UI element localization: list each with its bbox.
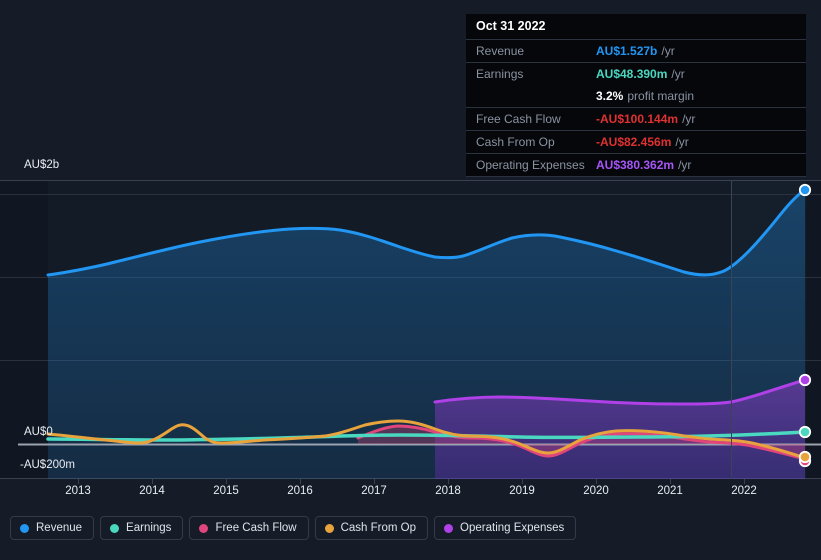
legend-dot-free-cash-flow — [199, 523, 209, 533]
tooltip-unit-free-cash-flow: /yr — [682, 112, 696, 126]
tooltip-row-earnings: Earnings AU$48.390m /yr — [466, 62, 806, 85]
tooltip-unit-earnings: /yr — [671, 67, 685, 81]
x-tick-2021: 2021 — [657, 485, 683, 497]
tooltip-value-earnings: AU$48.390m — [596, 67, 668, 81]
tooltip-value-free-cash-flow: -AU$100.144m — [596, 112, 679, 126]
legend-dot-revenue — [20, 523, 29, 533]
tooltip-label-earnings: Earnings — [476, 67, 524, 81]
tooltip-value-profit-margin: 3.2% — [596, 89, 624, 103]
x-tick-2013: 2013 — [65, 485, 91, 497]
x-tick-2020: 2020 — [583, 485, 609, 497]
endpoint-earnings — [798, 425, 812, 439]
tooltip-row-free-cash-flow: Free Cash Flow -AU$100.144m /yr — [466, 107, 806, 130]
y-axis-label-top: AU$2b — [24, 159, 60, 171]
tooltip-label-revenue: Revenue — [476, 44, 525, 58]
legend-dot-operating-expenses — [444, 523, 454, 533]
endpoint-revenue — [798, 183, 812, 197]
chart-legend: Revenue Earnings Free Cash Flow Cash Fro… — [10, 516, 577, 540]
tooltip-value-operating-expenses: AU$380.362m — [596, 158, 675, 172]
tooltip-row-operating-expenses: Operating Expenses AU$380.362m /yr — [466, 153, 806, 176]
legend-item-operating-expenses[interactable]: Operating Expenses — [434, 516, 577, 540]
financial-chart: AU$2b AU$0 -AU$200m 2013 2014 2015 2016 … — [0, 0, 821, 560]
legend-item-revenue[interactable]: Revenue — [10, 516, 95, 540]
x-axis-ticks — [78, 479, 745, 484]
legend-label-earnings: Earnings — [126, 522, 172, 534]
legend-label-free-cash-flow: Free Cash Flow — [215, 522, 297, 534]
legend-label-revenue: Revenue — [36, 522, 83, 534]
y-axis-label-bottom: -AU$200m — [20, 459, 75, 471]
legend-item-free-cash-flow[interactable]: Free Cash Flow — [189, 516, 309, 540]
tooltip-unit-cash-from-op: /yr — [675, 135, 689, 149]
x-tick-2019: 2019 — [509, 485, 535, 497]
y-axis-label-zero: AU$0 — [24, 426, 53, 438]
tooltip-unit-profit-margin: profit margin — [627, 89, 695, 103]
x-tick-2016: 2016 — [287, 485, 313, 497]
x-tick-2022: 2022 — [731, 485, 757, 497]
tooltip-label-cash-from-op: Cash From Op — [476, 135, 555, 149]
chart-tooltip: Oct 31 2022 Revenue AU$1.527b /yr Earnin… — [466, 14, 806, 177]
legend-label-cash-from-op: Cash From Op — [340, 522, 417, 534]
legend-label-operating-expenses: Operating Expenses — [460, 522, 565, 534]
tooltip-row-profit-margin: 3.2% profit margin — [466, 85, 806, 107]
legend-item-earnings[interactable]: Earnings — [100, 516, 184, 540]
x-tick-2014: 2014 — [139, 485, 165, 497]
tooltip-bottom-rule — [466, 176, 806, 177]
endpoint-operating-expenses — [798, 373, 812, 387]
x-tick-2015: 2015 — [213, 485, 239, 497]
tooltip-value-revenue: AU$1.527b — [596, 44, 658, 58]
tooltip-row-revenue: Revenue AU$1.527b /yr — [466, 39, 806, 62]
x-tick-2017: 2017 — [361, 485, 387, 497]
legend-dot-cash-from-op — [324, 523, 334, 533]
tooltip-date: Oct 31 2022 — [476, 19, 546, 33]
tooltip-label-operating-expenses: Operating Expenses — [476, 158, 585, 172]
endpoint-cash-from-op — [798, 450, 812, 464]
tooltip-unit-operating-expenses: /yr — [678, 158, 692, 172]
tooltip-value-cash-from-op: -AU$82.456m — [596, 135, 672, 149]
legend-item-cash-from-op[interactable]: Cash From Op — [314, 516, 429, 540]
x-tick-2018: 2018 — [435, 485, 461, 497]
tooltip-row-cash-from-op: Cash From Op -AU$82.456m /yr — [466, 130, 806, 153]
tooltip-unit-revenue: /yr — [661, 44, 675, 58]
legend-dot-earnings — [110, 523, 120, 533]
tooltip-label-free-cash-flow: Free Cash Flow — [476, 112, 561, 126]
